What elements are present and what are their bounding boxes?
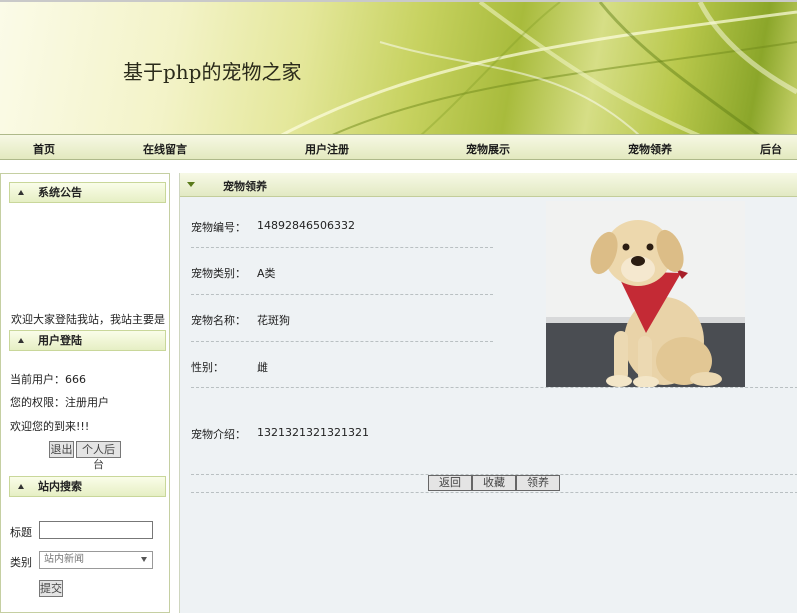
nav-pet-adoption[interactable]: 宠物领养 [628, 141, 672, 157]
divider [191, 294, 493, 295]
favorite-button[interactable]: 收藏 [472, 475, 516, 491]
search-title: 站内搜索 [38, 480, 82, 493]
divider [191, 341, 493, 342]
back-button[interactable]: 返回 [428, 475, 472, 491]
search-title-input[interactable] [39, 521, 153, 539]
search-type-value: 站内新闻 [44, 554, 84, 565]
nav-home[interactable]: 首页 [33, 141, 55, 157]
welcome-text: 欢迎您的到来!!! [10, 420, 90, 433]
divider [191, 387, 797, 388]
search-title-label: 标题 [10, 526, 32, 539]
pet-category-value: A类 [257, 267, 276, 280]
dog-photo-icon [546, 201, 745, 387]
main-header: 宠物领养 [180, 173, 797, 197]
announce-title: 系统公告 [38, 186, 82, 199]
pet-intro-label: 宠物介绍： [191, 428, 246, 441]
main-nav: 首页 在线留言 用户注册 宠物展示 宠物领养 后台 [0, 134, 797, 160]
site-title: 基于php的宠物之家 [123, 60, 302, 84]
logout-button[interactable]: 退出 [49, 441, 74, 458]
login-title: 用户登陆 [38, 334, 82, 347]
sidebar: 系统公告 欢迎大家登陆我站，我站主要是 用户登陆 当前用户：666 您的权限：注… [0, 173, 170, 613]
banner-decoration [280, 2, 797, 134]
search-header: 站内搜索 [9, 476, 166, 497]
main-title: 宠物领养 [223, 180, 267, 193]
search-type-label: 类别 [10, 556, 32, 569]
chevron-down-icon [141, 557, 147, 562]
pet-gender-value: 雌 [257, 361, 268, 374]
nav-pet-showcase[interactable]: 宠物展示 [466, 141, 510, 157]
triangle-up-icon [18, 190, 24, 195]
nav-guestbook[interactable]: 在线留言 [143, 141, 187, 157]
search-type-select[interactable]: 站内新闻 [39, 551, 153, 569]
pet-photo [546, 201, 745, 387]
triangle-down-icon [187, 182, 195, 187]
triangle-up-icon [18, 338, 24, 343]
pet-id-label: 宠物编号： [191, 221, 246, 234]
current-user: 当前用户：666 [10, 373, 86, 386]
pet-name-label: 宠物名称： [191, 314, 246, 327]
site-banner: 基于php的宠物之家 [0, 0, 797, 134]
search-submit-button[interactable]: 提交 [39, 580, 63, 597]
pet-name-value: 花斑狗 [257, 314, 290, 327]
nav-admin[interactable]: 后台 [760, 141, 782, 157]
pet-category-label: 宠物类别： [191, 267, 246, 280]
user-role: 您的权限：注册用户 [10, 396, 109, 409]
adopt-button[interactable]: 领养 [516, 475, 560, 491]
personal-dashboard-button[interactable]: 个人后台 [76, 441, 121, 471]
main-panel: 宠物领养 宠物编号： 14892846506332 宠物类别： A类 宠物名称：… [179, 173, 797, 613]
nav-register[interactable]: 用户注册 [305, 141, 349, 157]
pet-intro-value: 1321321321321321 [257, 426, 369, 439]
announce-text: 欢迎大家登陆我站，我站主要是 [11, 313, 165, 326]
login-header: 用户登陆 [9, 330, 166, 351]
divider [191, 492, 797, 493]
announce-header: 系统公告 [9, 182, 166, 203]
pet-gender-label: 性别： [191, 361, 224, 374]
pet-id-value: 14892846506332 [257, 219, 355, 232]
divider [191, 247, 493, 248]
triangle-up-icon [18, 484, 24, 489]
